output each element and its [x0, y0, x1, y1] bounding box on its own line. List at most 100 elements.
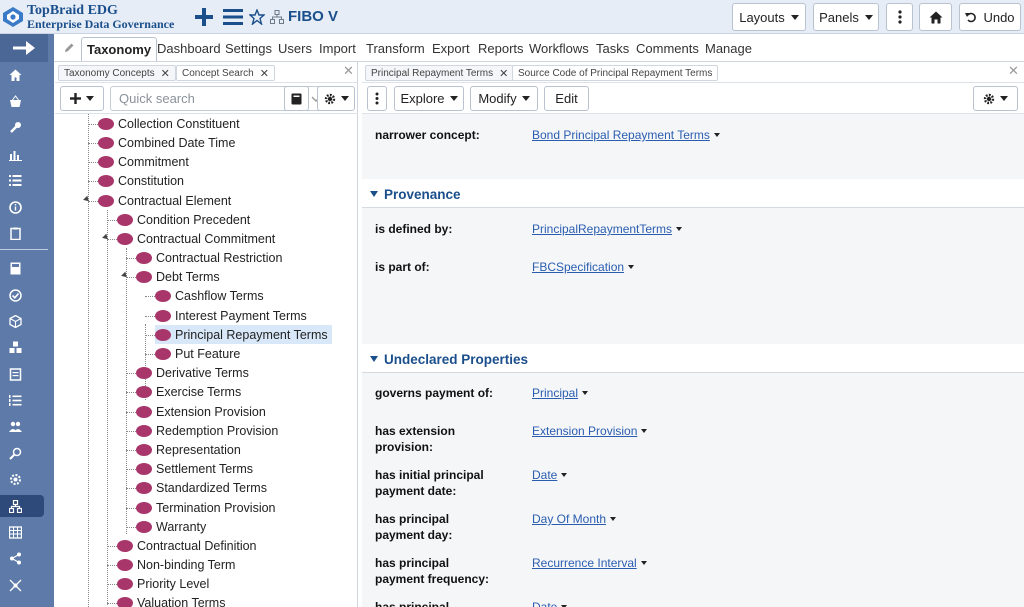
tab-users[interactable]: Users [278, 41, 312, 56]
home-button[interactable] [919, 3, 952, 31]
tab-dashboard[interactable]: Dashboard [157, 41, 221, 56]
clipboard-icon[interactable] [0, 221, 54, 245]
tab-transform[interactable]: Transform [366, 41, 425, 56]
tree-node[interactable]: Put Feature [155, 344, 240, 363]
tree-node[interactable]: Contractual Definition [117, 536, 257, 555]
pencil-icon[interactable] [64, 42, 75, 53]
star-icon[interactable] [248, 5, 266, 29]
tab-source-code[interactable]: Source Code of Principal Repayment Terms [512, 65, 719, 81]
tree-node[interactable]: Exercise Terms [136, 382, 241, 401]
property-value-link[interactable]: FBCSpecification [532, 259, 635, 275]
expand-toggle-icon[interactable] [102, 233, 110, 242]
more-options-button[interactable] [367, 86, 387, 111]
chevron-down-icon[interactable] [610, 517, 617, 521]
settings-icon[interactable] [0, 467, 54, 491]
grid-icon[interactable] [0, 520, 54, 544]
connections-icon[interactable] [0, 573, 54, 597]
section-header-undeclared-properties[interactable]: Undeclared Properties [362, 346, 1024, 372]
form-settings-button[interactable] [973, 86, 1018, 111]
tab-concept-search[interactable]: Concept Search ✕ [176, 65, 275, 81]
list-icon[interactable] [0, 168, 54, 192]
explore-button[interactable]: Explore [394, 86, 464, 111]
taxonomy-icon[interactable] [0, 494, 54, 518]
chevron-down-icon[interactable] [641, 429, 648, 433]
quick-search-input[interactable] [110, 86, 305, 111]
tree-node[interactable]: Priority Level [117, 574, 209, 593]
tree-node[interactable]: Debt Terms [136, 267, 220, 286]
tree-node[interactable]: Settlement Terms [136, 459, 253, 478]
calculator-icon[interactable] [0, 256, 54, 280]
property-value-link[interactable]: PrincipalRepaymentTerms [532, 221, 683, 237]
chevron-down-icon[interactable] [561, 473, 568, 477]
tab-export[interactable]: Export [432, 41, 470, 56]
close-panel-icon[interactable]: ✕ [1008, 63, 1019, 79]
tree-node[interactable]: Standardized Terms [136, 478, 267, 497]
share-icon[interactable] [0, 546, 54, 570]
tree-node-selected[interactable]: Principal Repayment Terms [155, 325, 332, 344]
tree-node[interactable]: Constitution [98, 171, 184, 190]
edit-button[interactable]: Edit [544, 86, 589, 111]
logo[interactable]: TopBraid EDG Enterprise Data Governance [2, 2, 182, 32]
tree-node[interactable]: Condition Precedent [117, 210, 250, 229]
property-value-link[interactable]: Recurrence Interval [532, 555, 647, 571]
expand-toggle-icon[interactable] [83, 195, 91, 204]
property-value-link[interactable]: Date [532, 599, 568, 607]
tree-node[interactable]: Extension Provision [136, 402, 266, 421]
chart-icon[interactable] [0, 142, 54, 166]
layouts-button[interactable]: Layouts [732, 3, 806, 31]
info-icon[interactable] [0, 195, 54, 219]
property-value-link[interactable]: Date [532, 467, 568, 483]
tree-settings-button[interactable] [317, 86, 355, 111]
tree-node[interactable]: Combined Date Time [98, 133, 235, 152]
tree-node[interactable]: Warranty [136, 517, 206, 536]
tab-reports[interactable]: Reports [478, 41, 524, 56]
chevron-down-icon[interactable] [640, 561, 647, 565]
cubes-icon[interactable] [0, 335, 54, 359]
document-icon[interactable] [0, 362, 54, 386]
cube-icon[interactable] [0, 309, 54, 333]
tab-taxonomy-concepts[interactable]: Taxonomy Concepts ✕ [58, 65, 176, 81]
more-options-button[interactable] [886, 3, 913, 31]
tree-node[interactable]: Cashflow Terms [155, 286, 264, 305]
chevron-down-icon[interactable] [582, 391, 589, 395]
tab-settings[interactable]: Settings [225, 41, 272, 56]
tree-node[interactable]: Redemption Provision [136, 421, 278, 440]
add-concept-button[interactable] [60, 86, 104, 111]
chevron-down-icon[interactable] [676, 227, 683, 231]
book-button[interactable] [284, 86, 309, 111]
tree-node[interactable]: Collection Constituent [98, 114, 240, 133]
tree-node[interactable]: Interest Payment Terms [155, 306, 307, 325]
panels-button[interactable]: Panels [813, 3, 879, 31]
chevron-down-icon[interactable] [713, 133, 720, 137]
tab-workflows[interactable]: Workflows [529, 41, 589, 56]
check-circle-icon[interactable] [0, 283, 54, 307]
chevron-down-icon[interactable] [628, 265, 635, 269]
wrench-icon[interactable] [0, 115, 54, 139]
tree-node[interactable]: Derivative Terms [136, 363, 249, 382]
section-header-provenance[interactable]: Provenance [362, 181, 1024, 207]
sidebar-toggle[interactable] [0, 34, 48, 62]
basket-icon[interactable] [0, 89, 54, 113]
tab-tasks[interactable]: Tasks [596, 41, 629, 56]
tab-manage[interactable]: Manage [705, 41, 752, 56]
close-panel-icon[interactable]: ✕ [343, 63, 354, 79]
property-value-link[interactable]: Day Of Month [532, 511, 617, 527]
tree-node[interactable]: Commitment [98, 152, 189, 171]
close-icon[interactable]: ✕ [260, 67, 269, 80]
tree-node[interactable]: Termination Provision [136, 498, 276, 517]
tree-node[interactable]: Contractual Commitment [117, 229, 275, 248]
property-value-link[interactable]: Principal [532, 385, 589, 401]
add-icon[interactable] [192, 5, 216, 29]
modify-button[interactable]: Modify [470, 86, 538, 111]
home-icon[interactable] [0, 63, 54, 87]
property-value-link[interactable]: Bond Principal Repayment Terms [532, 127, 720, 143]
users-icon[interactable] [0, 414, 54, 438]
tab-import[interactable]: Import [319, 41, 356, 56]
close-icon[interactable]: ✕ [161, 67, 170, 80]
expand-toggle-icon[interactable] [121, 271, 129, 280]
tab-comments[interactable]: Comments [636, 41, 699, 56]
tab-taxonomy[interactable]: Taxonomy [81, 37, 158, 61]
close-icon[interactable]: ✕ [499, 67, 508, 80]
tree-node[interactable]: Valuation Terms [117, 593, 225, 607]
tree-node[interactable]: Contractual Element [98, 191, 231, 210]
